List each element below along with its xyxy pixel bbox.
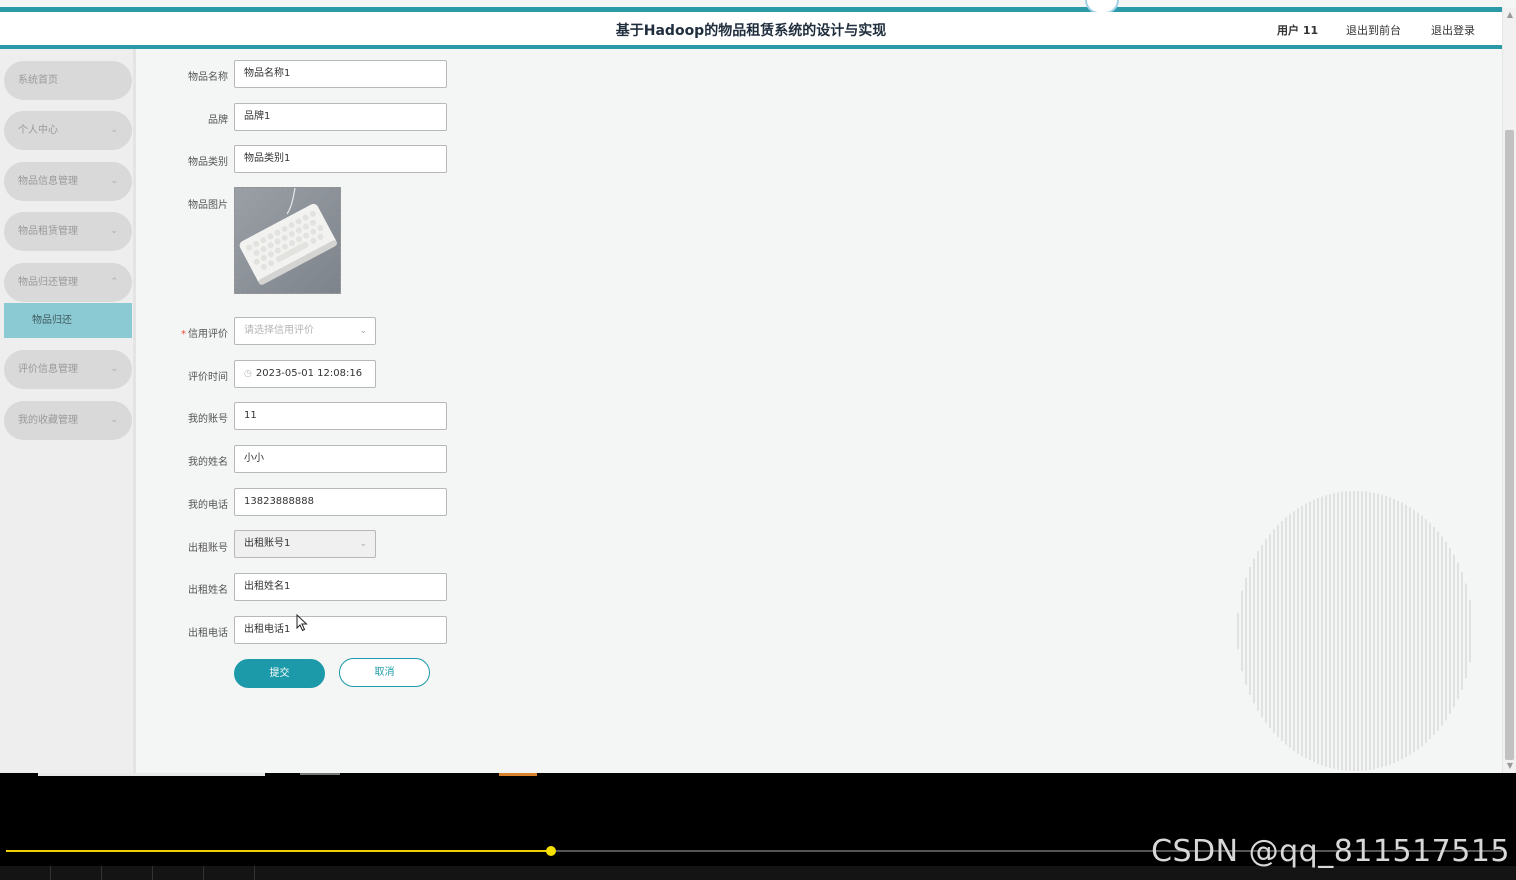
- chevron-down-icon: ⌄: [110, 125, 118, 135]
- required-mark: *: [181, 329, 186, 340]
- sidebar-item-return[interactable]: 物品归还管理 ⌃: [4, 263, 132, 302]
- my-name-input[interactable]: 小小: [234, 445, 447, 473]
- sidebar-item-label: 个人中心: [18, 125, 58, 136]
- my-phone-label: 我的电话: [188, 500, 228, 511]
- video-progress-knob[interactable]: [546, 846, 556, 856]
- chevron-down-icon: ⌄: [110, 364, 118, 374]
- credit-select-placeholder: 请选择信用评价: [244, 325, 314, 336]
- player-divider: [254, 866, 255, 880]
- chevron-up-icon: ⌃: [110, 277, 118, 287]
- rent-account-select[interactable]: 出租账号1 ⌄: [234, 530, 376, 558]
- my-account-input[interactable]: 11: [234, 402, 447, 430]
- sidebar-item-label: 我的收藏管理: [18, 415, 78, 426]
- my-phone-input[interactable]: 13823888888: [234, 488, 447, 516]
- eval-time-picker[interactable]: ◷ 2023-05-01 12:08:16: [234, 360, 376, 388]
- mouse-cursor-icon: [296, 614, 308, 632]
- sidebar-item-home[interactable]: 系统首页: [4, 61, 132, 100]
- sidebar-item-label: 物品租赁管理: [18, 226, 78, 237]
- credit-select[interactable]: 请选择信用评价 ⌄: [234, 317, 376, 345]
- category-label: 物品类别: [188, 157, 228, 168]
- scroll-down-arrow-icon[interactable]: ▼: [1505, 761, 1515, 771]
- eval-time-value: 2023-05-01 12:08:16: [255, 368, 363, 379]
- vertical-scrollbar[interactable]: ▲ ▼: [1502, 8, 1516, 773]
- keyboard-photo: [235, 188, 340, 293]
- player-divider: [50, 866, 51, 880]
- current-user: 用户 11: [1277, 24, 1319, 37]
- csdn-watermark: CSDN @qq_811517515: [1151, 834, 1510, 869]
- sidebar-item-favorites[interactable]: 我的收藏管理 ⌄: [4, 401, 132, 440]
- sidebar-item-item-info[interactable]: 物品信息管理 ⌄: [4, 162, 132, 201]
- eval-time-label: 评价时间: [188, 372, 228, 383]
- sidebar-subitem-return[interactable]: 物品归还: [4, 303, 132, 338]
- category-input[interactable]: 物品类别1: [234, 145, 447, 173]
- image-label: 物品图片: [188, 200, 228, 211]
- my-name-label: 我的姓名: [188, 457, 228, 468]
- submit-button[interactable]: 提交: [234, 659, 325, 688]
- cancel-button[interactable]: 取消: [339, 658, 430, 687]
- credit-label-text: 信用评价: [188, 329, 228, 340]
- sidebar-subitem-label: 物品归还: [32, 315, 72, 326]
- my-account-label: 我的账号: [188, 414, 228, 425]
- screen: 基于Hadoop的物品租赁系统的设计与实现 用户 11 退出到前台 退出登录 系…: [0, 0, 1516, 880]
- sidebar-item-label: 物品归还管理: [18, 277, 78, 288]
- chevron-down-icon: ⌄: [359, 326, 367, 336]
- brand-input[interactable]: 品牌1: [234, 103, 447, 131]
- player-divider: [203, 866, 204, 880]
- sidebar-item-personal-center[interactable]: 个人中心 ⌄: [4, 111, 132, 150]
- rent-phone-label: 出租电话: [188, 628, 228, 639]
- sidebar-item-rental[interactable]: 物品租赁管理 ⌄: [4, 212, 132, 251]
- rent-account-label: 出租账号: [188, 543, 228, 554]
- chevron-down-icon: ⌄: [110, 226, 118, 236]
- rent-account-value: 出租账号1: [244, 538, 291, 549]
- rent-name-label: 出租姓名: [188, 585, 228, 596]
- chapter-markers: [38, 773, 537, 776]
- chevron-down-icon: ⌄: [359, 539, 367, 549]
- rent-name-input[interactable]: 出租姓名1: [234, 573, 447, 601]
- sidebar-item-evaluation[interactable]: 评价信息管理 ⌄: [4, 350, 132, 389]
- chevron-down-icon: ⌄: [110, 415, 118, 425]
- sidebar-item-label: 物品信息管理: [18, 176, 78, 187]
- clock-icon: ◷: [244, 369, 252, 379]
- logout-link[interactable]: 退出登录: [1431, 22, 1475, 38]
- player-divider: [101, 866, 102, 880]
- app-viewport: 基于Hadoop的物品租赁系统的设计与实现 用户 11 退出到前台 退出登录 系…: [0, 0, 1516, 773]
- video-progress-fill: [6, 850, 551, 852]
- player-divider: [152, 866, 153, 880]
- decorative-striped-circle: [1237, 491, 1471, 771]
- scroll-up-arrow-icon[interactable]: ▲: [1505, 10, 1515, 20]
- brand-label: 品牌: [208, 115, 228, 126]
- item-name-label: 物品名称: [188, 72, 228, 83]
- exit-to-front-link[interactable]: 退出到前台: [1346, 22, 1401, 38]
- chevron-down-icon: ⌄: [110, 176, 118, 186]
- item-image-upload[interactable]: [234, 187, 341, 294]
- item-name-input[interactable]: 物品名称1: [234, 60, 447, 88]
- rent-phone-input[interactable]: 出租电话1: [234, 616, 447, 644]
- sidebar-item-label: 系统首页: [18, 75, 58, 86]
- scrollbar-thumb[interactable]: [1505, 130, 1514, 760]
- credit-label: * 信用评价: [138, 325, 228, 340]
- sidebar-item-label: 评价信息管理: [18, 364, 78, 375]
- header-divider: [0, 45, 1502, 49]
